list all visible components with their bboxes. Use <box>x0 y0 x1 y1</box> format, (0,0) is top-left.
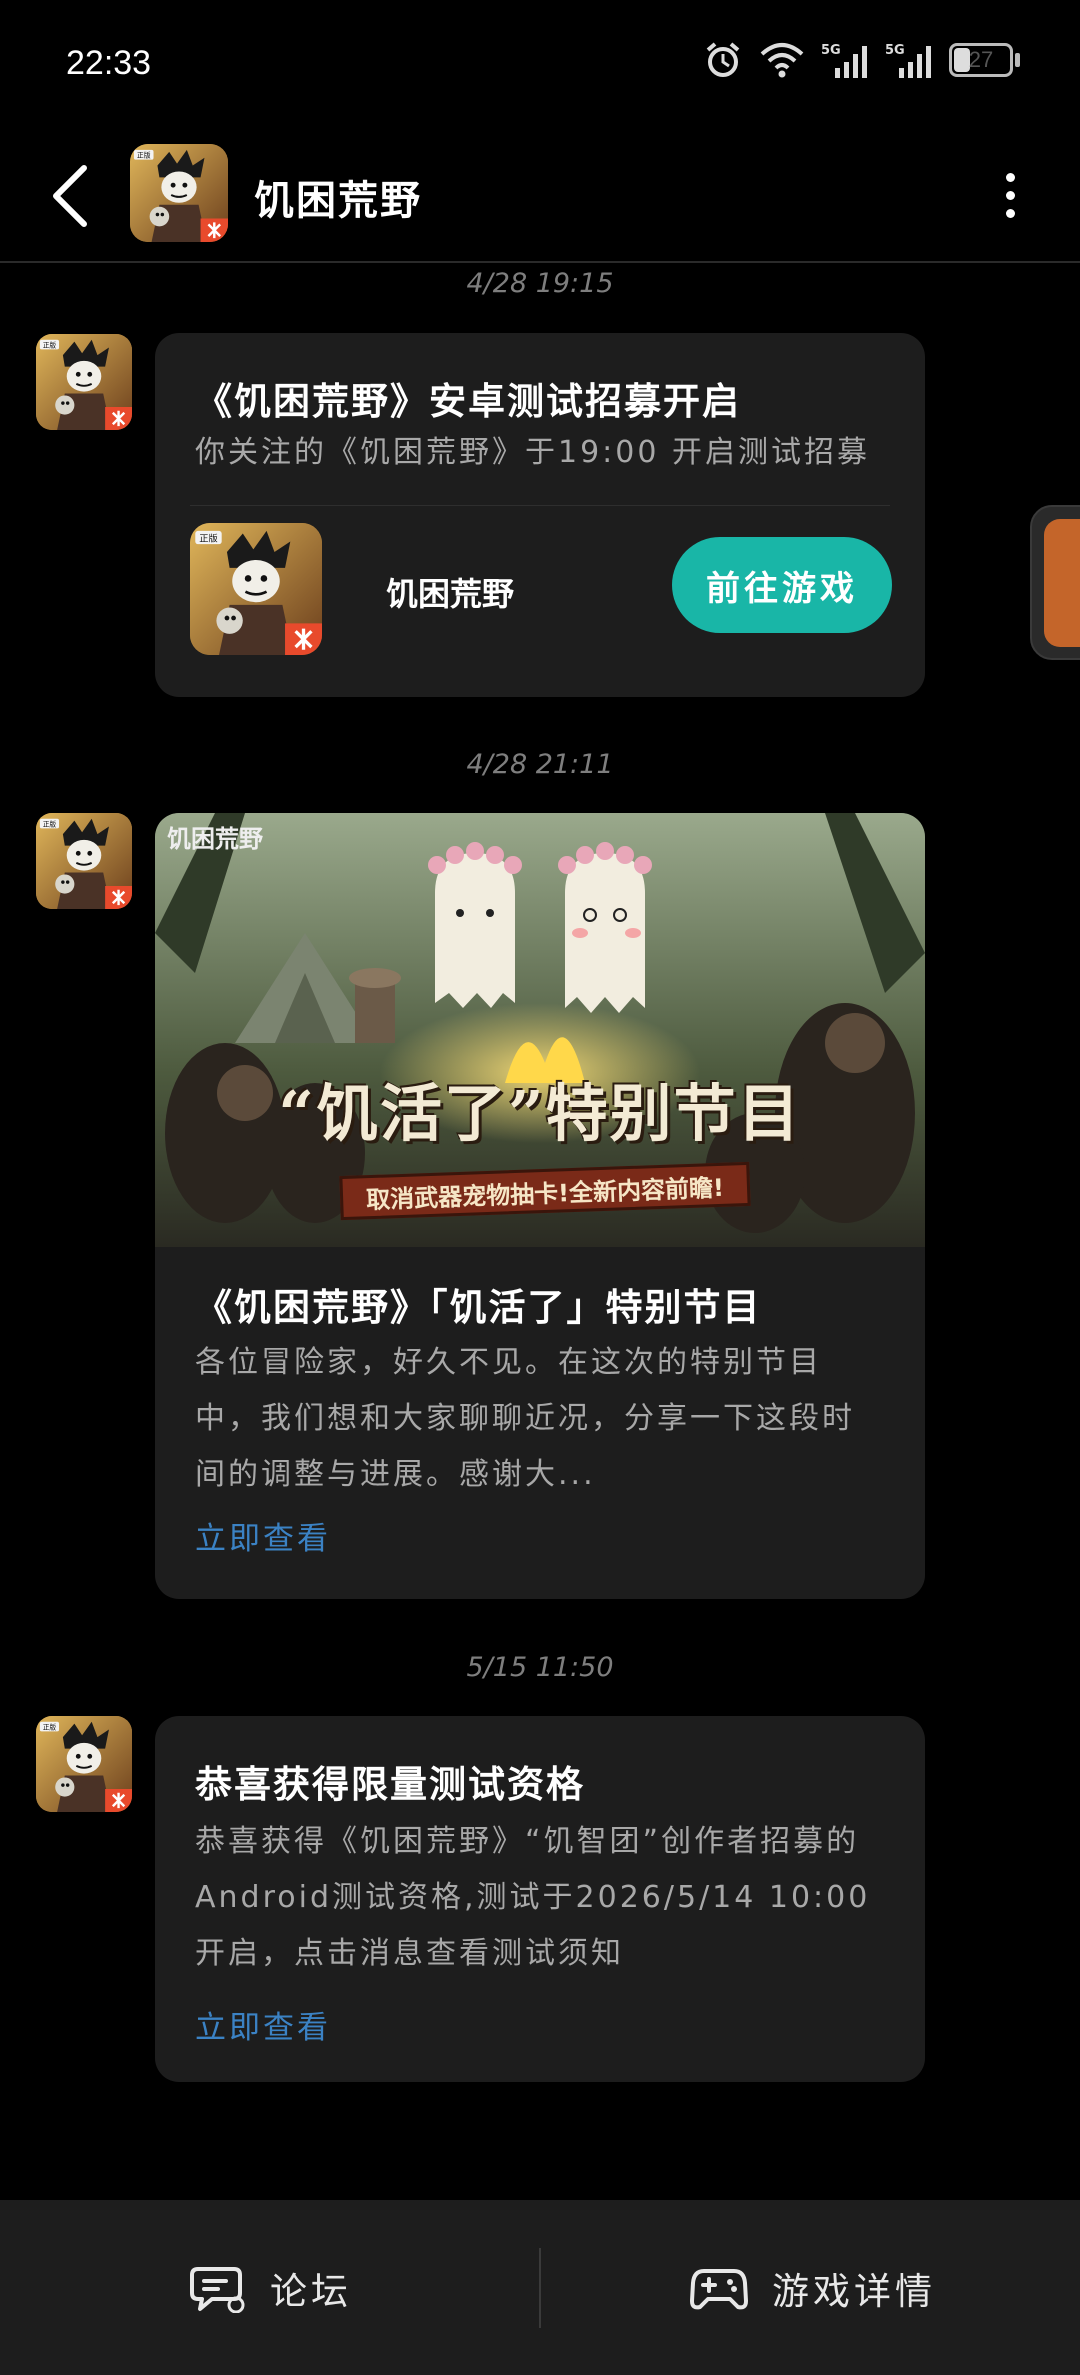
goto-game-button[interactable]: 前往游戏 <box>672 537 892 633</box>
game-avatar[interactable] <box>130 144 228 242</box>
game-name: 饥困荒野 <box>386 575 515 613</box>
message-body: 各位冒险家，好久不见。在这次的特别节目中，我们想和大家聊聊近况，分享一下这段时间… <box>195 1345 855 1492</box>
message-body: 恭喜获得《饥困荒野》“饥智团”创作者招募的Android测试资格,测试于2026… <box>195 1824 871 1971</box>
bottom-action-bar: 论坛 游戏详情 <box>0 2200 1080 2375</box>
signal-5g-icon: 5G <box>821 43 867 78</box>
game-details-label: 游戏详情 <box>772 2269 936 2313</box>
divider <box>539 2248 541 2328</box>
divider <box>190 505 890 506</box>
page-title: 饥困荒野 <box>254 178 422 224</box>
status-icons: 5G 5G 27 <box>703 40 1020 80</box>
battery-icon: 27 <box>949 43 1013 77</box>
status-bar: 22:33 5G 5G 27 <box>0 0 1080 130</box>
chevron-left-icon <box>53 165 87 227</box>
gamepad-icon <box>690 2268 748 2309</box>
svg-text:5G: 5G <box>885 43 905 58</box>
chat-header: 饥困荒野 <box>0 130 1080 263</box>
forum-label: 论坛 <box>270 2269 352 2313</box>
message-timestamp: 4/28 19:15 <box>466 268 614 299</box>
sender-avatar[interactable] <box>36 813 132 909</box>
event-banner-image[interactable]: 饥困荒野 “饥活了”特别节目 取消武器宠物抽卡!全新内容前瞻! <box>155 813 925 1247</box>
message-card[interactable]: 饥困荒野 “饥活了”特别节目 取消武器宠物抽卡!全新内容前瞻! 《饥困荒野》「饥… <box>155 813 925 1599</box>
message-timestamp: 5/15 11:50 <box>466 1652 614 1683</box>
wifi-icon <box>760 43 804 78</box>
more-vertical-icon <box>1005 172 1015 182</box>
battery-cap <box>1015 53 1020 67</box>
message-title: 《饥困荒野》安卓测试招募开启 <box>195 380 741 423</box>
chat-bubble-icon <box>190 2266 245 2313</box>
floating-side-tab[interactable] <box>1030 505 1080 660</box>
alarm-icon <box>706 42 740 77</box>
message-body: 你关注的《饥困荒野》于19:00 开启测试招募 <box>195 435 870 470</box>
banner-logo: 饥困荒野 <box>167 824 263 853</box>
view-now-link[interactable]: 立即查看 <box>195 2002 331 2047</box>
sender-avatar[interactable] <box>36 334 132 430</box>
message-card[interactable]: 恭喜获得限量测试资格 恭喜获得《饥困荒野》“饥智团”创作者招募的Android测… <box>155 1716 925 2082</box>
game-row: 饥困荒野 前往游戏 <box>190 523 892 658</box>
message-title: 恭喜获得限量测试资格 <box>195 1763 585 1806</box>
banner-title: “饥活了”特别节目 <box>278 1077 802 1150</box>
view-now-link[interactable]: 立即查看 <box>195 1513 331 1558</box>
signal-5g-icon: 5G <box>885 43 931 78</box>
message-card[interactable]: 《饥困荒野》安卓测试招募开启 你关注的《饥困荒野》于19:00 开启测试招募 饥… <box>155 333 925 697</box>
svg-text:5G: 5G <box>821 43 841 58</box>
game-icon[interactable] <box>190 523 322 655</box>
game-details-button[interactable]: 游戏详情 <box>690 2200 936 2375</box>
message-title: 《饥困荒野》「饥活了」特别节目 <box>195 1286 762 1329</box>
message-timestamp: 4/28 21:11 <box>466 749 614 780</box>
more-options-button[interactable] <box>980 160 1040 230</box>
sender-avatar[interactable] <box>36 1716 132 1812</box>
forum-button[interactable]: 论坛 <box>190 2200 352 2375</box>
status-time: 22:33 <box>66 44 152 82</box>
battery-level: 27 <box>968 47 994 72</box>
back-button[interactable] <box>40 156 100 236</box>
